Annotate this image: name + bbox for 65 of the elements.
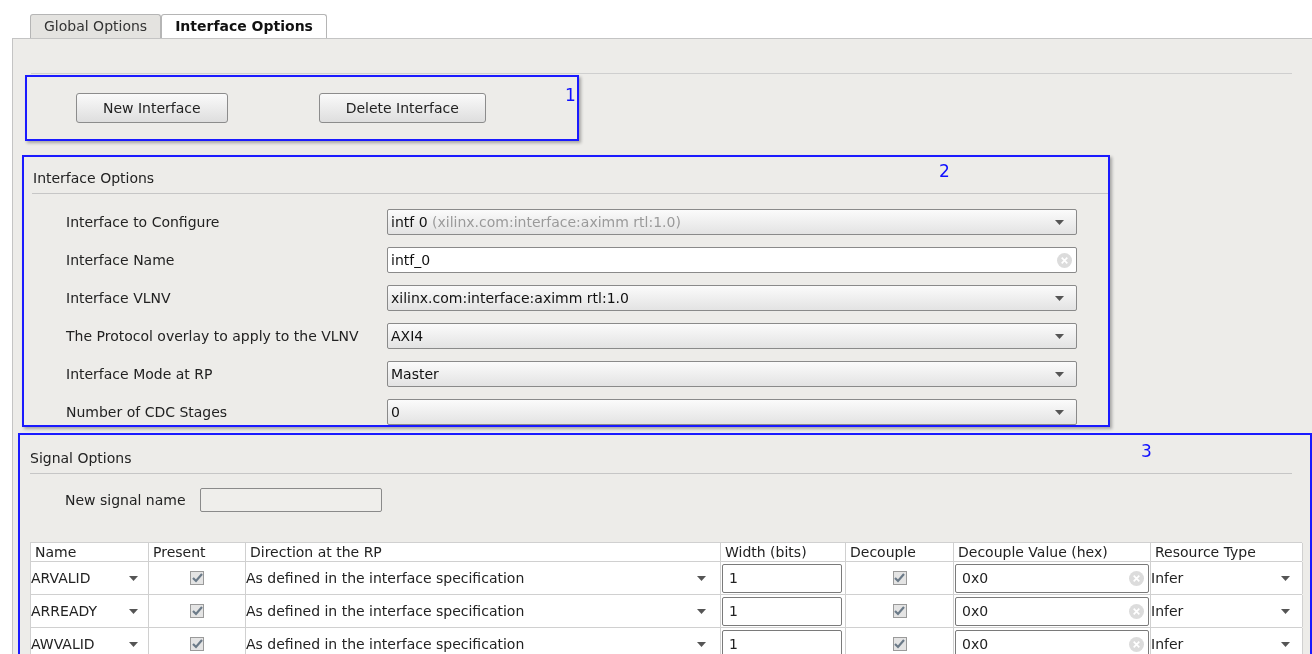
resource-type-dropdown[interactable]: Infer	[1151, 628, 1303, 654]
column-header[interactable]: Width (bits)	[721, 543, 846, 561]
checkbox[interactable]	[892, 604, 907, 618]
checkbox[interactable]	[190, 637, 204, 651]
callout-number: 3	[1141, 443, 1152, 460]
width-field[interactable]: 1	[722, 596, 842, 626]
resource-type-dropdown[interactable]: Infer	[1151, 595, 1303, 627]
callout-number: 2	[939, 163, 950, 180]
name-dropdown[interactable]: AWVALID	[31, 628, 149, 654]
checkbox[interactable]	[892, 571, 907, 585]
text-field[interactable]: intf_0	[387, 247, 1077, 273]
new-signal-name-field[interactable]	[199, 488, 382, 512]
dropdown[interactable]: AXI4	[387, 323, 1077, 349]
column-header[interactable]: Decouple	[846, 543, 954, 561]
dropdown[interactable]: xilinx.com:interface:aximm rtl:1.0	[387, 285, 1077, 311]
field-label: Interface VLNV	[66, 288, 172, 308]
caret-icon	[1055, 295, 1064, 301]
caret-icon	[1055, 371, 1064, 377]
field-label: Interface Mode at RP	[66, 364, 214, 384]
direction-dropdown[interactable]: As defined in the interface specification	[246, 562, 721, 594]
field-label: Interface to Configure	[66, 212, 221, 232]
action-button[interactable]: Delete Interface	[318, 93, 486, 123]
caret-icon	[129, 641, 138, 647]
section-title: Interface Options	[33, 171, 156, 185]
decouple-value-field[interactable]: 0x0	[955, 629, 1149, 654]
caret-icon	[697, 575, 706, 581]
dropdown[interactable]: intf 0 (xilinx.com:interface:aximm rtl:1.0)	[387, 209, 1077, 235]
field-label: The Protocol overlay to apply to the VLNV	[66, 326, 360, 346]
checkbox[interactable]	[892, 637, 907, 651]
direction-dropdown[interactable]: As defined in the interface specification	[246, 628, 721, 654]
field-label: Number of CDC Stages	[66, 402, 229, 422]
column-header[interactable]: Resource Type	[1151, 543, 1303, 561]
caret-icon	[1055, 219, 1064, 225]
caret-icon	[697, 641, 706, 647]
resource-type-dropdown[interactable]: Infer	[1151, 562, 1303, 594]
name-dropdown[interactable]: ARVALID	[31, 562, 149, 594]
column-header[interactable]: Name	[31, 543, 149, 561]
caret-icon	[1055, 409, 1064, 415]
tab[interactable]: Interface Options	[161, 14, 327, 38]
width-field[interactable]: 1	[722, 629, 842, 654]
caret-icon	[1281, 641, 1290, 647]
tab[interactable]: Global Options	[30, 14, 162, 38]
callout-number: 1	[565, 87, 576, 104]
caret-icon	[1281, 608, 1290, 614]
decouple-value-field[interactable]: 0x0	[955, 596, 1149, 626]
dropdown[interactable]: Master	[387, 361, 1077, 387]
caret-icon	[129, 608, 138, 614]
dropdown[interactable]: 0	[387, 399, 1077, 425]
caret-icon	[1281, 575, 1290, 581]
column-header[interactable]: Present	[149, 543, 246, 561]
direction-dropdown[interactable]: As defined in the interface specification	[246, 595, 721, 627]
action-button[interactable]: New Interface	[76, 93, 228, 123]
decouple-value-field[interactable]: 0x0	[955, 563, 1149, 593]
caret-icon	[697, 608, 706, 614]
checkbox[interactable]	[190, 604, 204, 618]
field-label: Interface Name	[66, 250, 176, 270]
section-title: Signal Options	[30, 451, 133, 465]
name-dropdown[interactable]: ARREADY	[31, 595, 149, 627]
column-header[interactable]: Decouple Value (hex)	[954, 543, 1151, 561]
field-label: New signal name	[65, 490, 186, 510]
column-header[interactable]: Direction at the RP	[246, 543, 721, 561]
caret-icon	[1055, 333, 1064, 339]
width-field[interactable]: 1	[722, 563, 842, 593]
checkbox[interactable]	[190, 571, 204, 585]
caret-icon	[129, 575, 138, 581]
